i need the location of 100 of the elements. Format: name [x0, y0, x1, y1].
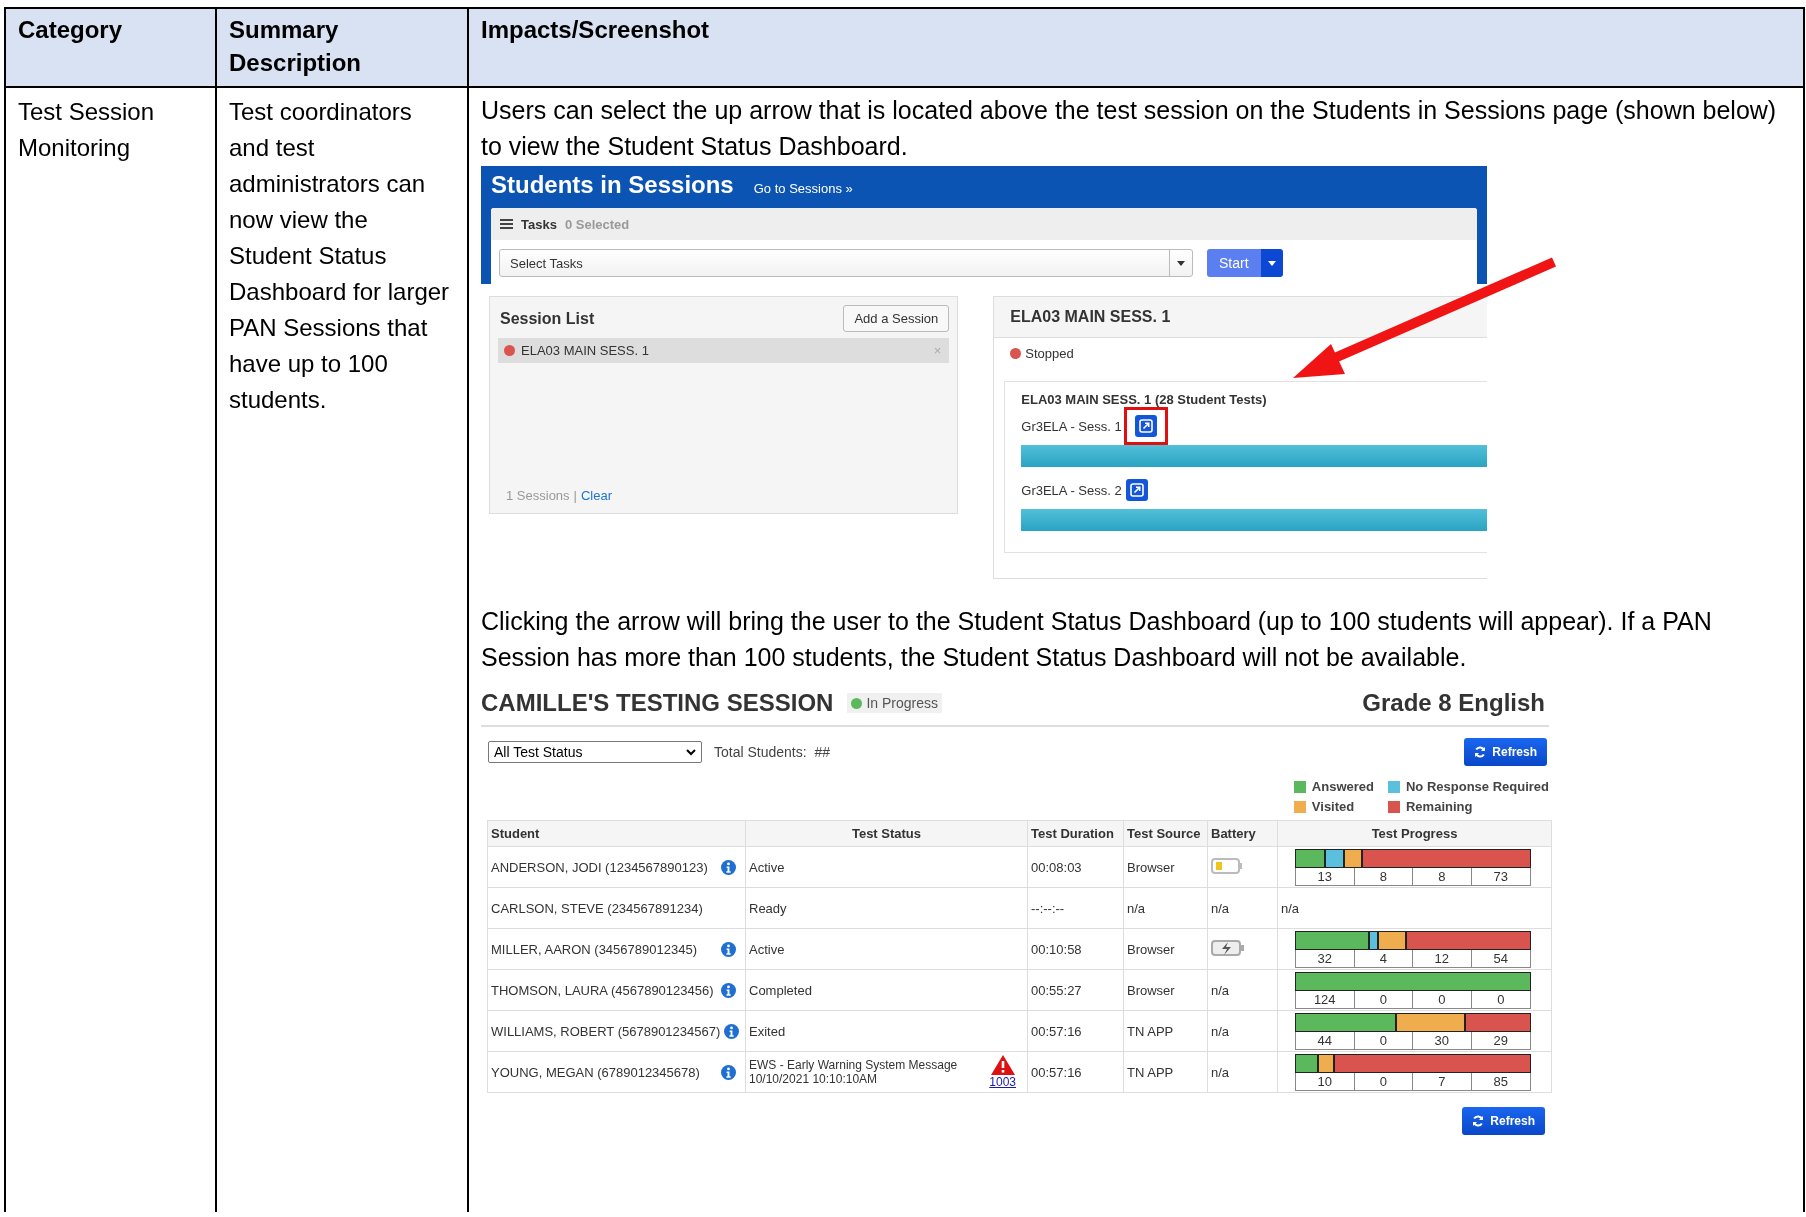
info-icon[interactable] — [721, 1064, 736, 1080]
group-title: ELA03 MAIN SESS. 1 (28 Student Tests) — [1021, 392, 1268, 407]
intro-text: Users can select the up arrow that is located above the test session on the Students in Sessions page (shown below) to view the Student Status Dashboard. — [481, 95, 1778, 162]
go-to-sessions-link[interactable]: Go to Sessions » — [753, 181, 853, 196]
session-item[interactable]: ELA03 MAIN SESS. 1 × — [498, 338, 950, 363]
table-cell: n/a — [1207, 969, 1278, 1011]
test-name: Gr3ELA - Sess. 1 — [1021, 418, 1122, 434]
status-text: Active — [749, 941, 785, 957]
info-icon[interactable] — [724, 1023, 740, 1039]
table-cell: n/a — [1207, 1010, 1278, 1052]
battery-charging-icon — [1211, 939, 1245, 956]
column-header: Student — [487, 820, 746, 847]
count-cell-text: 0 — [1496, 990, 1506, 1008]
status-text: EWS - Early Warning System Message — [749, 1058, 958, 1072]
caret-icon — [1267, 260, 1276, 266]
count-cell: 10 — [1296, 1072, 1355, 1090]
separator: | — [573, 488, 577, 503]
table-cell: 00:57:16 — [1027, 1051, 1124, 1093]
info-icon[interactable] — [721, 859, 736, 875]
count-cell: 4 — [1354, 949, 1413, 967]
category-text: Test Session Monitoring — [18, 98, 155, 161]
subject-title: Grade 8 English — [1362, 689, 1545, 717]
student-name: YOUNG, MEGAN (6789012345678) — [491, 1064, 700, 1080]
column-header: Test Duration — [1027, 820, 1124, 847]
status-text: Active — [749, 859, 785, 875]
count-cell: 32 — [1296, 949, 1355, 967]
student-name: CARLSON, STEVE (234567891234) — [491, 900, 703, 916]
column-header: Impacts/Screenshot — [469, 9, 1805, 88]
student-name: ANDERSON, JODI (1234567890123) — [491, 859, 708, 875]
column-header: Battery — [1207, 820, 1278, 847]
table-cell: Browser — [1123, 928, 1208, 970]
refresh-icon — [1474, 746, 1487, 758]
count-cell: 0 — [1354, 1072, 1413, 1090]
start-dropdown-button[interactable] — [1260, 249, 1283, 277]
status-time: 10/10/2021 10:10:10AM — [749, 1072, 879, 1086]
refresh-button[interactable]: Refresh — [1462, 1107, 1545, 1135]
clear-link[interactable]: Clear — [581, 488, 613, 503]
legend-label: Answered — [1311, 779, 1374, 794]
start-button[interactable]: Start — [1207, 249, 1261, 277]
summary-text: Test coordinators and test administrators can now view the Student Status Dashboard for larger PAN Sessions that have up to 100 students. — [229, 98, 450, 413]
column-header: Test Progress — [1277, 820, 1552, 847]
legend-label: Visited — [1311, 799, 1355, 814]
count-cell-text: 29 — [1492, 1031, 1509, 1049]
count-cell: 8 — [1413, 867, 1472, 885]
list-icon — [500, 219, 513, 229]
session-count: 1 Sessions — [506, 488, 570, 503]
session-list-title: Session List — [500, 309, 595, 328]
add-session-button[interactable]: Add a Session — [843, 305, 950, 332]
student-name: WILLIAMS, ROBERT (5678901234567) — [491, 1023, 721, 1039]
table-cell: n/a — [1123, 887, 1208, 929]
info-icon[interactable] — [721, 941, 736, 957]
column-header: Category — [6, 9, 217, 88]
count-cell-text: 54 — [1492, 949, 1509, 967]
tasks-label: Tasks — [521, 216, 557, 232]
progress-segment — [1295, 1053, 1319, 1073]
count-cell: 8 — [1354, 867, 1413, 885]
column-header: Test Source — [1123, 820, 1208, 847]
student-name: THOMSON, LAURA (4567890123456) — [491, 982, 714, 998]
status-text: In Progress — [866, 695, 938, 711]
total-students-label: Total Students: ## — [714, 744, 830, 760]
page-title: Students in Sessions — [491, 170, 734, 200]
count-cell: 13 — [1296, 867, 1355, 885]
legend-label: Remaining — [1405, 799, 1473, 814]
count-cell: 12 — [1413, 949, 1472, 967]
status-dot — [851, 697, 863, 709]
session-title: CAMILLE'S TESTING SESSION — [481, 689, 834, 717]
column-header: Test Status — [745, 820, 1028, 847]
selected-count: 0 Selected — [564, 216, 630, 232]
battery-low-icon — [1211, 857, 1243, 874]
task-select[interactable]: Select Tasks — [499, 249, 1193, 277]
alert-code-link[interactable]: 1003 — [989, 1075, 1016, 1089]
student-name: MILLER, AARON (3456789012345) — [491, 941, 697, 957]
warning-icon — [990, 1055, 1015, 1075]
session-name: ELA03 MAIN SESS. 1 — [521, 343, 650, 358]
table-cell: 00:08:03 — [1027, 846, 1124, 888]
count-cell-text: 73 — [1492, 867, 1509, 885]
count-cell: 124 — [1296, 990, 1355, 1008]
table-cell: TN APP — [1123, 1010, 1208, 1052]
followup-text: Clicking the arrow will bring the user to the Student Status Dashboard (up to 100 students will appear). If a PAN Session has more than 100 students, the Student Status Dashboard will not be available. — [481, 606, 1713, 673]
column-header: Summary Description — [217, 9, 469, 88]
status-text: Exited — [749, 1023, 786, 1039]
count-cell: 44 — [1296, 1031, 1355, 1049]
table-cell: 00:55:27 — [1027, 969, 1124, 1011]
count-cell: 7 — [1413, 1072, 1472, 1090]
progress-segment — [1464, 1012, 1531, 1032]
chevron-icon — [686, 748, 696, 756]
count-cell: 30 — [1413, 1031, 1472, 1049]
count-cell: 0 — [1354, 1031, 1413, 1049]
table-cell: 00:10:58 — [1027, 928, 1124, 970]
progress-text: n/a — [1281, 900, 1300, 916]
table-cell: TN APP — [1123, 1051, 1208, 1093]
status-text: Completed — [749, 982, 812, 998]
table-cell: n/a — [1207, 887, 1278, 929]
info-icon[interactable] — [721, 982, 736, 998]
status-dot — [1010, 348, 1022, 359]
refresh-button[interactable]: Refresh — [1464, 738, 1547, 766]
legend-label: No Response Required — [1405, 779, 1549, 794]
count-cell: 0 — [1354, 990, 1413, 1008]
table-cell: --:--:-- — [1027, 887, 1124, 929]
status-filter-select[interactable]: All Test Status — [488, 741, 702, 763]
